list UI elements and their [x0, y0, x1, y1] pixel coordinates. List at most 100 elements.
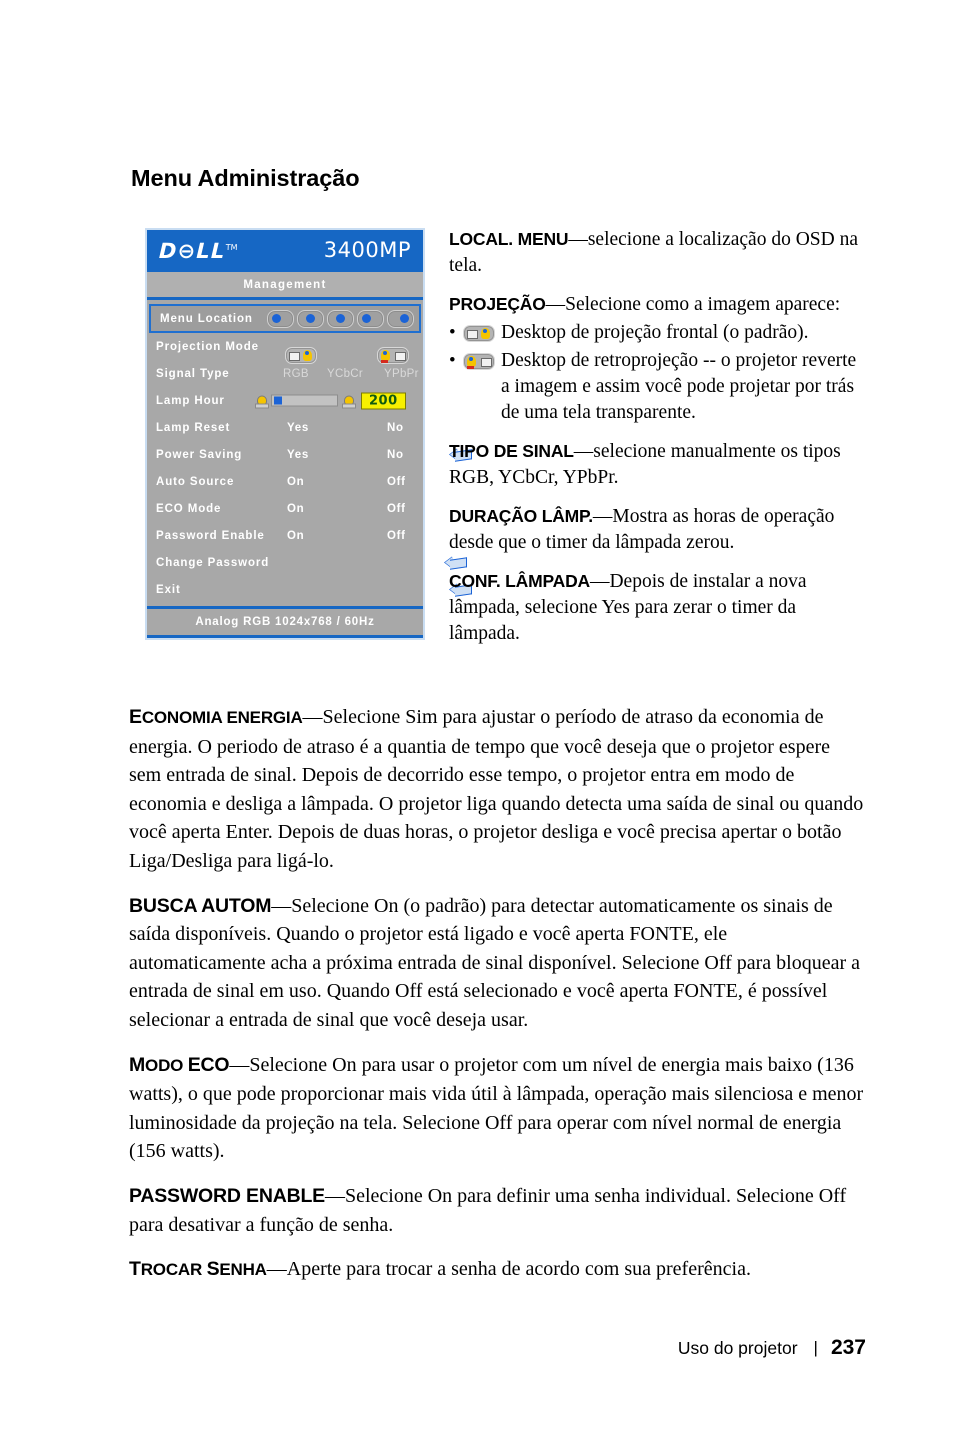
password-enable-on[interactable]: On [287, 530, 304, 542]
menu-location-options[interactable] [267, 309, 414, 328]
lamp-hour-slider[interactable] [271, 394, 338, 407]
osd-row-label: Change Password [156, 556, 270, 569]
menu-location-icon-bottom-left[interactable] [357, 309, 384, 328]
term-senha-s: S [206, 1258, 220, 1281]
signal-type-ypbpr[interactable]: YPbPr [384, 368, 419, 380]
osd-row-lamp-reset[interactable]: Lamp Reset Yes No [147, 414, 423, 441]
osd-row-label: Menu Location [160, 312, 253, 325]
eco-mode-off[interactable]: Off [387, 503, 406, 515]
page-footer: Uso do projetor | 237 [678, 1336, 866, 1360]
osd-row-label: Power Saving [156, 448, 243, 461]
password-enable-values: On Off [265, 522, 417, 549]
osd-row-label: Lamp Hour [156, 394, 225, 407]
keyword-fonte-1: FONTE [629, 923, 694, 946]
bullet-rear-projection: • Desktop de retroprojeção -- o projetor… [449, 348, 861, 426]
document-page: Menu Administração D⊖LLTM 3400MP Managem… [0, 0, 954, 1432]
lamp-reset-yes[interactable]: Yes [287, 422, 309, 434]
osd-row-change-password[interactable]: Change Password [147, 549, 467, 576]
osd-row-exit[interactable]: Exit [147, 576, 472, 603]
osd-row-power-saving[interactable]: Power Saving Yes No [147, 441, 472, 468]
osd-tab-label: Management [243, 278, 327, 291]
slider-knob[interactable] [274, 396, 282, 405]
osd-status-bar: Analog RGB 1024x768 / 60Hz [147, 606, 423, 638]
desc-duracao-lamp: DURAÇÃO LÂMP.—Mostra as horas de operaçã… [449, 503, 861, 556]
term-senha-rest: ENHA [219, 1260, 267, 1280]
osd-row-projection-mode[interactable]: Projection Mode [147, 333, 423, 364]
osd-row-auto-source[interactable]: Auto Source On Off [147, 468, 423, 495]
para-trocar-senha: TROCAR SENHA—Aperte para trocar a senha … [129, 1255, 865, 1285]
term-modo-eco-tail: ECO [187, 1053, 230, 1076]
desc-tipo-sinal: TIPO DE SINAL—selecione manualmente os t… [449, 438, 861, 491]
term-modo-eco-cap: M [129, 1053, 146, 1076]
osd-row-eco-mode[interactable]: ECO Mode On Off [147, 495, 423, 522]
bullet-text: Desktop de retroprojeção -- o projetor r… [501, 350, 857, 423]
term-trocar-t: T [129, 1258, 141, 1281]
osd-row-label: Password Enable [156, 529, 265, 542]
osd-row-label: Projection Mode [156, 340, 259, 353]
lamp-large-icon [342, 394, 356, 408]
bullet-front-projection: • Desktop de projeção frontal (o padrão)… [449, 320, 861, 346]
menu-location-icon-bottom-right[interactable] [387, 309, 414, 328]
auto-source-on[interactable]: On [287, 476, 304, 488]
term-local-menu: LOCAL. MENU [449, 229, 569, 249]
power-saving-no[interactable]: No [387, 449, 404, 461]
lamp-hour-control[interactable]: 200 [255, 392, 406, 409]
footer-separator: | [813, 1338, 818, 1357]
eco-mode-values: On Off [265, 495, 417, 522]
body-text-column: ECONOMIA ENERGIA—Selecione Sim para ajus… [129, 703, 865, 1301]
para-password-enable: PASSWORD ENABLE—Selecione On para defini… [129, 1182, 865, 1239]
power-saving-values: Yes No [265, 441, 472, 468]
osd-row-label: ECO Mode [156, 502, 222, 515]
osd-row-signal-type[interactable]: Signal Type RGB YCbCr YPbPr [147, 360, 423, 387]
signal-type-values: RGB YCbCr YPbPr [265, 360, 419, 387]
term-economia-energia-cap: E [129, 706, 142, 728]
osd-status-text: Analog RGB 1024x768 / 60Hz [195, 616, 375, 628]
term-conf-lampada: CONF. LÂMPADA [449, 571, 590, 591]
eco-mode-on[interactable]: On [287, 503, 304, 515]
dell-logo: D⊖LLTM [158, 239, 238, 263]
signal-type-ycbcr[interactable]: YCbCr [327, 368, 363, 380]
power-saving-yes[interactable]: Yes [287, 449, 309, 461]
osd-row-lamp-hour[interactable]: Lamp Hour 200 [147, 387, 423, 414]
para-modo-eco-body: —Selecione On para usar o projetor com u… [129, 1053, 864, 1163]
osd-descriptions-column: LOCAL. MENU—selecione a localização do O… [449, 226, 861, 659]
term-password-enable: PASSWORD ENABLE [129, 1184, 325, 1207]
auto-source-off[interactable]: Off [387, 476, 406, 488]
menu-location-icon-top-left[interactable] [267, 309, 294, 328]
osd-row-label: Exit [156, 583, 181, 596]
term-tipo-sinal: TIPO DE SINAL [449, 441, 574, 461]
projector-model: 3400MP [323, 238, 411, 262]
osd-row-password-enable[interactable]: Password Enable On Off [147, 522, 423, 549]
para-trocar-senha-body: —Aperte para trocar a senha de acordo co… [266, 1258, 751, 1281]
term-trocar-rest: ROCAR [140, 1260, 207, 1280]
rear-projection-icon [463, 353, 495, 370]
para-busca-autom: BUSCA AUTOM—Selecione On (o padrão) para… [129, 892, 865, 1035]
signal-type-rgb[interactable]: RGB [283, 368, 309, 380]
menu-location-icon-center[interactable] [327, 309, 354, 328]
lamp-reset-no[interactable]: No [387, 422, 404, 434]
term-economia-energia: CONOMIA ENERGIA [141, 708, 303, 727]
term-projecao: PROJEÇÃO [449, 294, 546, 314]
para-economia-energia: ECONOMIA ENERGIA—Selecione Sim para ajus… [129, 703, 865, 876]
change-password-action [265, 549, 467, 576]
lamp-reset-values: Yes No [265, 414, 417, 441]
lamp-small-icon [255, 394, 269, 408]
desc-projecao-body: —Selecione como a imagem aparece: [545, 294, 841, 315]
osd-tab-management[interactable]: Management [147, 272, 423, 300]
bullet-marker: • [449, 350, 456, 371]
osd-row-menu-location[interactable]: Menu Location [149, 304, 421, 333]
menu-location-icon-top-right[interactable] [297, 309, 324, 328]
osd-menu-list: Menu Location Projection Mode Signal Typ… [147, 300, 472, 603]
desc-projecao: PROJEÇÃO—Selecione como a imagem aparece… [449, 291, 861, 318]
footer-chapter-label: Uso do projetor [677, 1337, 798, 1358]
password-enable-off[interactable]: Off [387, 530, 406, 542]
trademark-mark: TM [225, 243, 238, 252]
osd-row-label: Auto Source [156, 475, 235, 488]
auto-source-values: On Off [265, 468, 417, 495]
page-title: Menu Administração [131, 165, 360, 191]
lamp-hour-value: 200 [361, 392, 406, 409]
osd-row-label: Lamp Reset [156, 421, 231, 434]
para-economia-energia-body: —Selecione Sim para ajustar o período de… [129, 706, 864, 872]
para-modo-eco: MODO ECO—Selecione On para usar o projet… [129, 1051, 865, 1166]
osd-menu-screenshot: D⊖LLTM 3400MP Management Menu Location P [145, 228, 472, 640]
